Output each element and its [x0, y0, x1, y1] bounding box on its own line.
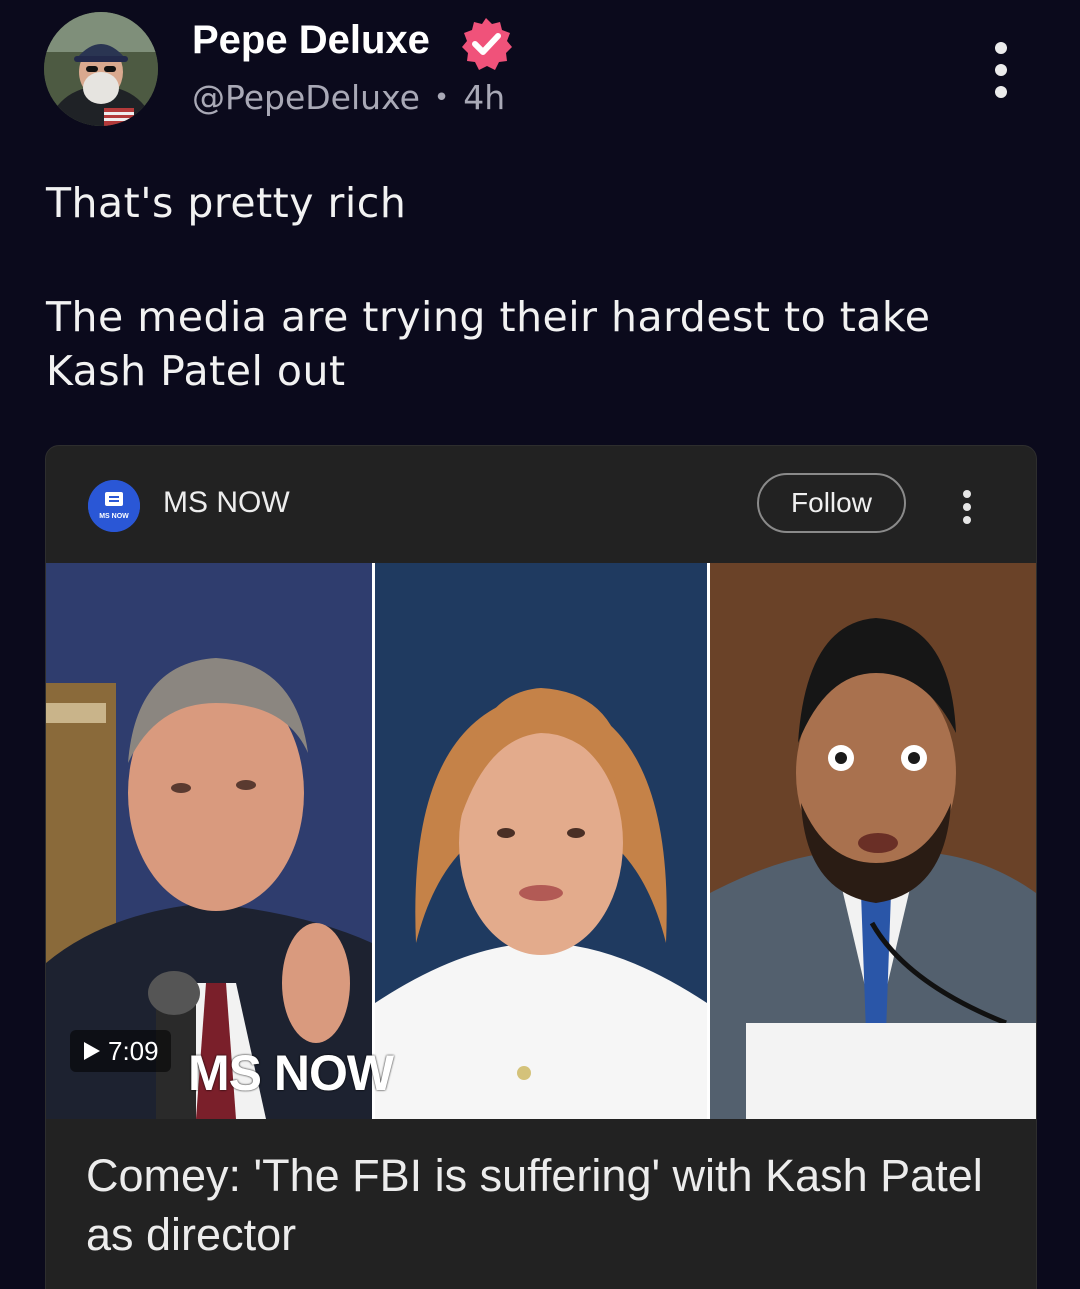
author-handle[interactable]: @PepeDeluxe — [192, 78, 420, 117]
source-logo-icon[interactable]: MS NOW — [88, 480, 140, 532]
embedded-video-card[interactable]: MS NOW MS NOW Follow 7:09 MS NOW Comey: … — [45, 445, 1037, 1289]
post-text-line-1: That's pretty rich — [46, 179, 407, 227]
thumbnail-panel-right — [710, 563, 1036, 1119]
post-text-line-2: The media are trying their hardest to ta… — [46, 293, 931, 395]
video-watermark: MS NOW — [188, 1045, 394, 1101]
more-options-icon[interactable] — [984, 42, 1018, 98]
post-time[interactable]: 4h — [463, 78, 505, 117]
avatar[interactable] — [44, 12, 158, 126]
verified-badge-icon — [457, 15, 515, 73]
follow-button[interactable]: Follow — [757, 473, 906, 533]
author-display-name[interactable]: Pepe Deluxe — [192, 18, 430, 63]
post-text: That's pretty rich The media are trying … — [46, 176, 1036, 398]
video-duration: 7:09 — [108, 1035, 159, 1066]
source-logo-text: MS NOW — [99, 513, 129, 520]
source-name[interactable]: MS NOW — [163, 486, 290, 520]
author-meta: @PepeDeluxe • 4h — [192, 78, 505, 117]
play-icon — [84, 1042, 100, 1060]
post: Pepe Deluxe @PepeDeluxe • 4h That's pret… — [0, 0, 1080, 1289]
card-headline[interactable]: Comey: 'The FBI is suffering' with Kash … — [86, 1146, 986, 1264]
card-header: MS NOW MS NOW Follow — [46, 446, 1036, 563]
card-more-options-icon[interactable] — [960, 490, 974, 524]
video-thumbnail[interactable] — [46, 563, 1036, 1119]
avatar-image — [44, 12, 158, 126]
meta-separator: • — [433, 82, 450, 113]
video-duration-badge: 7:09 — [70, 1030, 171, 1072]
thumbnail-panel-center — [375, 563, 707, 1119]
